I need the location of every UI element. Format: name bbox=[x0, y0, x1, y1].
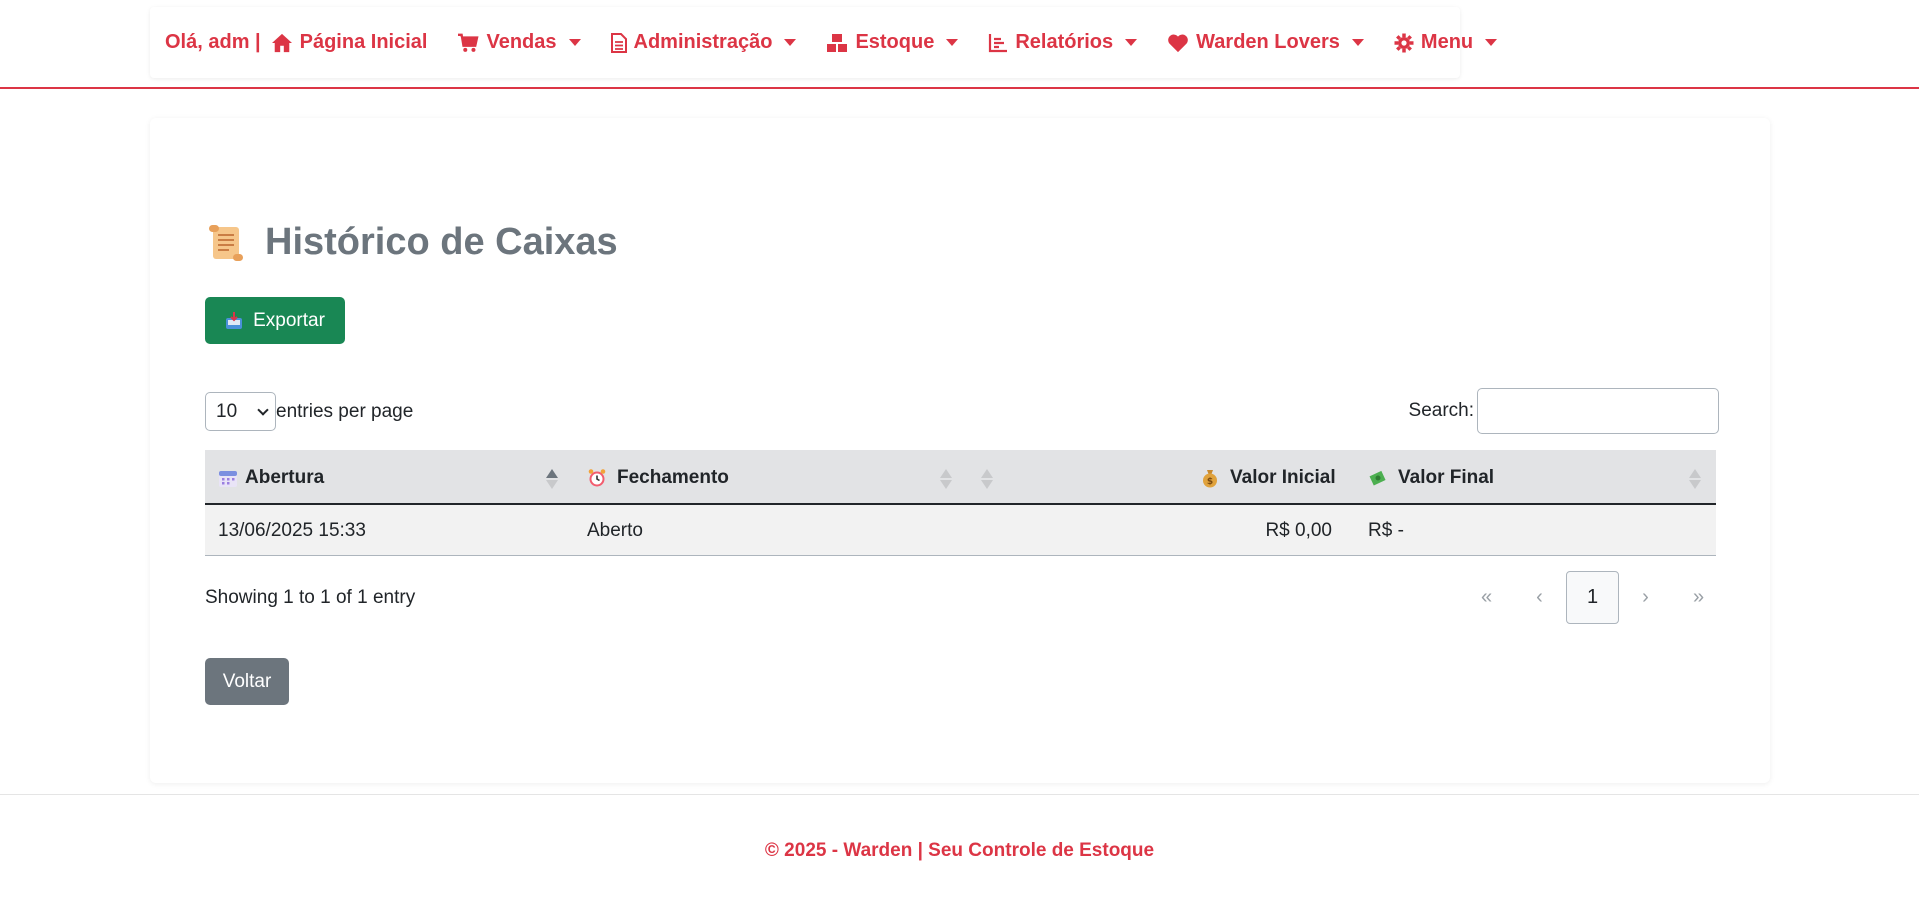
boxes-icon bbox=[827, 33, 848, 52]
entries-label: entries per page bbox=[276, 400, 414, 422]
sort-ascending-icon[interactable] bbox=[546, 469, 558, 489]
cart-icon bbox=[458, 33, 479, 52]
nav-item-home[interactable]: Página Inicial bbox=[271, 31, 428, 54]
heart-icon bbox=[1168, 34, 1188, 52]
caret-down-icon bbox=[568, 39, 581, 46]
nav-item-estoque[interactable]: Estoque bbox=[826, 31, 959, 54]
table-info: Showing 1 to 1 of 1 entry bbox=[205, 587, 416, 608]
calendar-icon bbox=[219, 470, 237, 487]
caret-down-icon bbox=[1351, 39, 1364, 46]
column-header-label: Valor Inicial bbox=[1230, 466, 1336, 488]
nav-item-administracao[interactable]: Administração bbox=[610, 31, 797, 54]
gear-icon bbox=[1394, 33, 1414, 52]
svg-text:$: $ bbox=[1207, 477, 1213, 487]
search-label: Search: bbox=[1408, 400, 1474, 421]
page-size-value: 10 bbox=[216, 400, 238, 422]
pagination: « ‹ 1 › » bbox=[1460, 571, 1725, 624]
document-icon bbox=[610, 32, 627, 53]
column-header-label: Valor Final bbox=[1398, 466, 1495, 488]
user-greeting: Olá, adm | bbox=[165, 31, 261, 53]
back-button[interactable]: Voltar bbox=[205, 658, 289, 705]
column-header-abertura[interactable]: Abertura bbox=[218, 450, 324, 505]
table-header: Abertura Fechamento $ Valor Inicial Valo… bbox=[205, 450, 1716, 505]
nav-container: Olá, adm | Página Inicial Vendas Adminis… bbox=[150, 7, 1498, 78]
caret-down-icon bbox=[946, 39, 959, 46]
column-header-valor-inicial[interactable]: $ Valor Inicial bbox=[1200, 450, 1336, 505]
scroll-icon bbox=[209, 224, 243, 261]
last-page-button[interactable]: » bbox=[1672, 571, 1725, 624]
page-title: Histórico de Caixas bbox=[265, 221, 618, 263]
home-icon bbox=[271, 33, 292, 52]
page-size-select[interactable]: 10 bbox=[205, 392, 276, 431]
search-input[interactable] bbox=[1477, 388, 1719, 434]
money-wings-icon bbox=[1369, 470, 1386, 485]
cash-history-table: Abertura Fechamento $ Valor Inicial Valo… bbox=[205, 450, 1716, 556]
sort-icon[interactable] bbox=[940, 469, 952, 489]
nav-item-label: Vendas bbox=[486, 31, 557, 53]
footer-text: © 2025 - Warden | Seu Controle de Estoqu… bbox=[764, 840, 1155, 861]
nav-item-relatorios[interactable]: Relatórios bbox=[988, 31, 1138, 54]
nav-item-label: Menu bbox=[1420, 31, 1474, 53]
first-page-button[interactable]: « bbox=[1460, 571, 1513, 624]
nav-item-label: Warden Lovers bbox=[1196, 31, 1340, 53]
page-header: Histórico de Caixas bbox=[205, 221, 618, 264]
money-bag-icon: $ bbox=[1203, 469, 1217, 487]
cell-valor-final: R$ - bbox=[1368, 519, 1404, 541]
nav-item-label: Estoque bbox=[855, 31, 935, 53]
nav-item-label: Administração bbox=[633, 31, 773, 53]
nav-item-vendas[interactable]: Vendas bbox=[457, 31, 581, 54]
column-header-valor-final[interactable]: Valor Final bbox=[1368, 450, 1494, 505]
previous-page-button[interactable]: ‹ bbox=[1513, 571, 1566, 624]
nav-item-label: Página Inicial bbox=[299, 31, 428, 53]
column-header-fechamento[interactable]: Fechamento bbox=[587, 450, 729, 505]
cell-valor-inicial: R$ 0,00 bbox=[1265, 519, 1332, 541]
caret-down-icon bbox=[1485, 39, 1498, 46]
cell-fechamento: Aberto bbox=[587, 519, 643, 541]
footer-divider bbox=[0, 794, 1919, 795]
main-card: Histórico de Caixas Exportar 10 entries … bbox=[150, 118, 1770, 783]
sort-icon[interactable] bbox=[981, 469, 993, 489]
caret-down-icon bbox=[1125, 39, 1138, 46]
chevron-down-icon bbox=[257, 403, 269, 416]
page-1-button[interactable]: 1 bbox=[1566, 571, 1619, 624]
entries-length-control: 10 entries per page bbox=[205, 392, 413, 431]
sort-icon[interactable] bbox=[1689, 469, 1701, 489]
nav-item-label: Relatórios bbox=[1015, 31, 1114, 53]
next-page-button[interactable]: › bbox=[1619, 571, 1672, 624]
table-row: 13/06/2025 15:33 Aberto R$ 0,00 R$ - bbox=[205, 505, 1716, 556]
alarm-clock-icon bbox=[588, 468, 606, 486]
caret-down-icon bbox=[784, 39, 797, 46]
export-button[interactable]: Exportar bbox=[205, 297, 345, 344]
bar-chart-icon bbox=[989, 33, 1008, 52]
inbox-tray-icon bbox=[226, 311, 243, 329]
nav-item-warden-lovers[interactable]: Warden Lovers bbox=[1167, 31, 1364, 54]
column-header-label: Abertura bbox=[245, 466, 325, 488]
top-navbar: Olá, adm | Página Inicial Vendas Adminis… bbox=[0, 0, 1919, 89]
nav-item-menu[interactable]: Menu bbox=[1394, 31, 1498, 54]
cell-abertura: 13/06/2025 15:33 bbox=[218, 519, 366, 541]
search-control: Search: bbox=[1409, 388, 1719, 434]
column-header-label: Fechamento bbox=[617, 466, 729, 488]
export-button-label: Exportar bbox=[253, 309, 325, 331]
